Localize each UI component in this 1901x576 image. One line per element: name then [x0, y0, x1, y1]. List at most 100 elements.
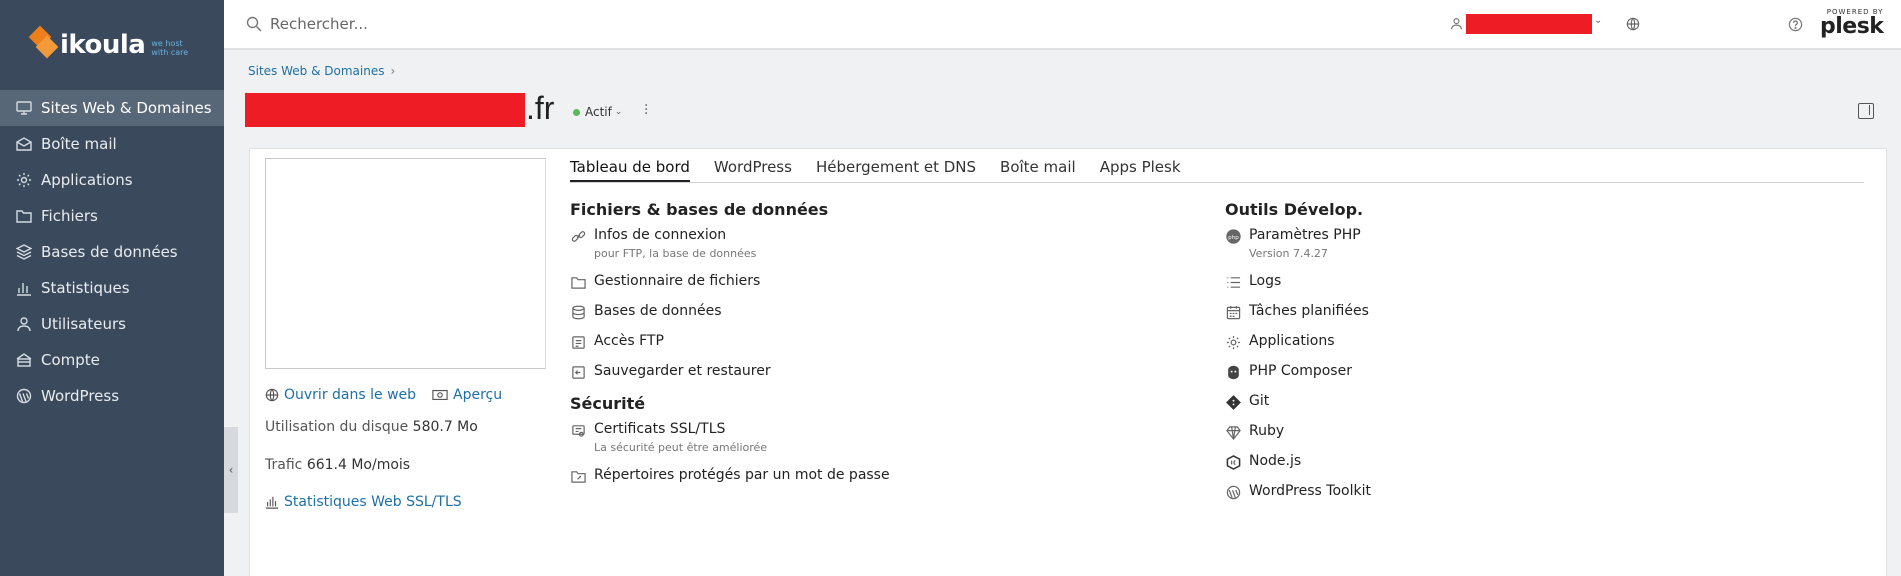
brand-logo[interactable]: ikoula we host with care: [0, 0, 224, 90]
composer-icon: [1225, 364, 1241, 380]
sidebar-item-label: Compte: [41, 351, 100, 369]
sidebar-item-label: Utilisateurs: [41, 315, 126, 333]
folder-lock-icon: [570, 468, 586, 484]
eye-icon: [432, 389, 448, 401]
sidebar-item-label: WordPress: [41, 387, 120, 405]
disk-usage: Utilisation du disque 580.7 Mo: [265, 419, 478, 435]
protected-directories-tool[interactable]: Répertoires protégés par un mot de passe: [570, 467, 1090, 484]
sidebar-item-sites-web[interactable]: Sites Web & Domaines: [0, 90, 224, 126]
web-stats-link[interactable]: Statistiques Web SSL/TLS: [265, 494, 462, 510]
sidebar-item-statistics[interactable]: Statistiques: [0, 270, 224, 306]
ftp-access-tool[interactable]: Accès FTP: [570, 333, 1090, 350]
svg-text:php: php: [1228, 234, 1239, 240]
sidebar: ikoula we host with care Sites Web & Dom…: [0, 0, 224, 576]
breadcrumb-link-sites-web[interactable]: Sites Web & Domaines: [248, 64, 384, 78]
backup-restore-tool[interactable]: Sauvegarder et restaurer: [570, 363, 1090, 380]
folder-icon: [15, 207, 33, 225]
search-icon: [246, 16, 262, 36]
sidebar-item-label: Sites Web & Domaines: [41, 99, 212, 117]
gear-icon: [1225, 334, 1241, 350]
chevron-down-icon[interactable]: ⌄: [1594, 15, 1602, 26]
tab-plesk-apps[interactable]: Apps Plesk: [1100, 158, 1181, 182]
folder-icon: [570, 274, 586, 290]
domain-suffix: .fr: [526, 90, 555, 126]
tab-dashboard[interactable]: Tableau de bord: [570, 158, 690, 182]
nodejs-icon: [1225, 454, 1241, 470]
nodejs-tool[interactable]: Node.js: [1225, 453, 1745, 470]
chevron-down-icon: ⌄: [614, 107, 623, 117]
breadcrumb-separator: ›: [390, 64, 396, 78]
user-icon: [15, 315, 33, 333]
section-title: Fichiers & bases de données: [570, 200, 829, 219]
domain-name-redacted: [245, 93, 525, 127]
section-title: Sécurité: [570, 394, 646, 413]
brand-tagline: we host with care: [151, 39, 189, 57]
preview-link[interactable]: Aperçu: [432, 387, 502, 403]
site-preview-thumbnail: [265, 158, 546, 369]
sidebar-item-label: Applications: [41, 171, 133, 189]
dev-tools-section: Outils Dévelop. php Paramètres PHP Versio…: [1225, 200, 1745, 513]
brand-name: ikoula: [60, 30, 146, 60]
gear-icon: [15, 171, 33, 189]
ftp-icon: [570, 334, 586, 350]
database-icon: [570, 304, 586, 320]
sidebar-item-mail[interactable]: Boîte mail: [0, 126, 224, 162]
username-redacted[interactable]: [1466, 14, 1592, 34]
ruby-tool[interactable]: Ruby: [1225, 423, 1745, 440]
wordpress-toolkit-tool[interactable]: WordPress Toolkit: [1225, 483, 1745, 500]
mail-icon: [15, 135, 33, 153]
ikoula-logo-icon: [28, 25, 59, 65]
top-bar: ⌄ POWERED BY plesk: [224, 0, 1901, 50]
file-manager-tool[interactable]: Gestionnaire de fichiers: [570, 273, 1090, 290]
status-dropdown[interactable]: Actif ⌄: [573, 105, 622, 119]
user-icon[interactable]: [1450, 17, 1463, 34]
sidebar-nav: Sites Web & Domaines Boîte mail Applicat…: [0, 90, 224, 414]
sidebar-item-databases[interactable]: Bases de données: [0, 234, 224, 270]
status-dot-icon: [573, 108, 580, 116]
applications-tool[interactable]: Applications: [1225, 333, 1745, 350]
breadcrumb: Sites Web & Domaines ›: [248, 64, 395, 78]
account-icon: [15, 351, 33, 369]
sidebar-item-label: Boîte mail: [41, 135, 117, 153]
tab-mail[interactable]: Boîte mail: [1000, 158, 1076, 182]
logs-tool[interactable]: Logs: [1225, 273, 1745, 290]
backup-icon: [570, 364, 586, 380]
traffic: Trafic 661.4 Mo/mois: [265, 457, 411, 473]
more-actions-icon[interactable]: · · ·: [644, 99, 648, 121]
tab-wordpress[interactable]: WordPress: [714, 158, 792, 182]
sidebar-item-wordpress[interactable]: WordPress: [0, 378, 224, 414]
sidebar-item-files[interactable]: Fichiers: [0, 198, 224, 234]
sidebar-item-applications[interactable]: Applications: [0, 162, 224, 198]
traffic-value: 661.4 Mo/mois: [306, 457, 411, 473]
domain-card: Ouvrir dans le web Aperçu Utilisation du…: [249, 148, 1887, 576]
side-panel-toggle-icon[interactable]: [1858, 103, 1874, 119]
sidebar-item-label: Fichiers: [41, 207, 98, 225]
chart-icon: [15, 279, 33, 297]
wordpress-icon: [15, 387, 33, 405]
disk-usage-value: 580.7 Mo: [412, 419, 478, 435]
ruby-icon: [1225, 424, 1241, 440]
files-databases-section: Fichiers & bases de données Infos de con…: [570, 200, 1090, 497]
sidebar-item-users[interactable]: Utilisateurs: [0, 306, 224, 342]
tab-hosting-dns[interactable]: Hébergement et DNS: [816, 158, 976, 182]
ssl-certificates-tool[interactable]: Certificats SSL/TLS La sécurité peut être…: [570, 421, 1090, 454]
git-tool[interactable]: Git: [1225, 393, 1745, 410]
scheduled-tasks-tool[interactable]: Tâches planifiées: [1225, 303, 1745, 320]
connection-info-tool[interactable]: Infos de connexion pour FTP, la base de d…: [570, 227, 1090, 260]
preview-links: Ouvrir dans le web Aperçu: [265, 387, 518, 403]
sidebar-collapse-toggle[interactable]: ‹: [224, 427, 238, 513]
globe-icon: [265, 388, 279, 402]
open-in-web-link[interactable]: Ouvrir dans le web: [265, 387, 416, 403]
php-settings-tool[interactable]: php Paramètres PHP Version 7.4.27: [1225, 227, 1745, 260]
wordpress-icon: [1225, 484, 1241, 500]
git-icon: [1225, 394, 1241, 410]
plesk-logo: POWERED BY plesk: [1820, 8, 1884, 39]
certificate-icon: [570, 422, 586, 438]
databases-tool[interactable]: Bases de données: [570, 303, 1090, 320]
search-input[interactable]: [270, 12, 770, 36]
sidebar-item-account[interactable]: Compte: [0, 342, 224, 378]
php-composer-tool[interactable]: PHP Composer: [1225, 363, 1745, 380]
help-icon[interactable]: [1788, 17, 1803, 36]
globe-icon[interactable]: [1626, 17, 1640, 35]
monitor-icon: [15, 99, 33, 117]
